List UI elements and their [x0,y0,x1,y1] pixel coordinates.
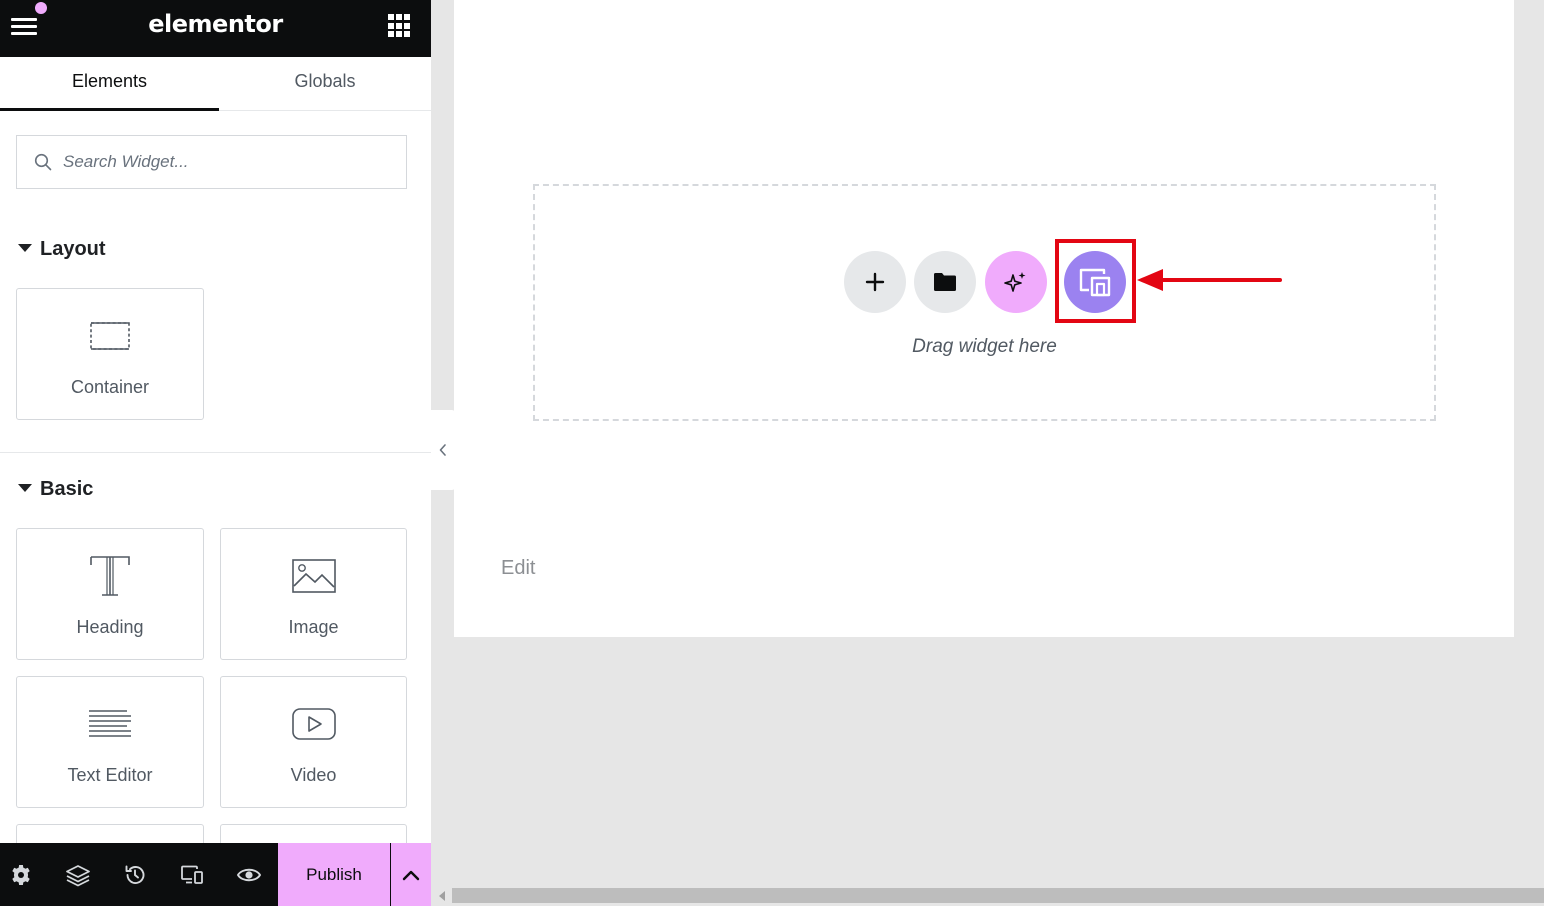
image-icon [291,559,336,593]
search-icon [34,153,52,171]
scrollbar-thumb[interactable] [452,888,1544,903]
elementor-logo: elementor [148,10,283,38]
sparkle-icon [1004,272,1026,292]
section-layout-toggle[interactable]: Layout [18,238,106,261]
chevron-up-icon [402,870,420,880]
caret-down-icon [18,244,32,252]
section-layout-title: Layout [40,238,106,260]
widget-text-editor[interactable]: Text Editor [16,676,204,808]
sidebar-footer: Publish [0,843,431,906]
collapse-panel-button[interactable] [431,410,455,490]
horizontal-scrollbar[interactable] [431,886,1544,906]
search-widget-field [16,135,407,189]
editor-sidebar: elementor Elements Globals Layout Contai… [0,0,431,906]
add-section-button[interactable] [844,251,906,313]
navigator-button[interactable] [64,861,92,889]
devices-icon [1079,268,1111,297]
responsive-mode-button[interactable] [178,861,206,889]
scroll-left-arrow-icon[interactable] [439,891,445,901]
chevron-left-icon [439,444,446,456]
settings-icon [12,865,30,885]
preview-icon [236,868,262,882]
folder-icon [934,273,956,291]
tab-globals[interactable]: Globals [219,57,431,111]
widget-heading[interactable]: Heading [16,528,204,660]
apps-grid-button[interactable] [388,14,412,38]
red-arrow-annotation [1137,269,1282,291]
widget-label: Image [288,617,339,637]
dropzone-hint: Drag widget here [912,336,1057,357]
publish-options-button[interactable] [391,843,431,906]
widget-label: Text Editor [67,765,153,785]
responsive-icon [181,865,203,884]
widget-label: Video [290,765,337,785]
ai-button[interactable] [985,251,1047,313]
publish-button[interactable]: Publish [278,843,390,906]
preview-button[interactable] [235,861,263,889]
heading-icon [90,556,130,596]
widget-container[interactable]: Container [16,288,204,420]
plus-icon [865,272,885,292]
widget-label: Container [70,377,150,397]
edit-link[interactable]: Edit [501,557,535,580]
widget-video[interactable]: Video [220,676,407,808]
settings-button[interactable] [7,861,35,889]
section-basic-toggle[interactable]: Basic [18,478,93,501]
section-divider [0,452,431,453]
search-input[interactable] [63,136,393,188]
widget-image[interactable]: Image [220,528,407,660]
caret-down-icon [18,484,32,492]
grid-icon [388,14,394,20]
empty-section-dropzone[interactable]: Drag widget here [533,184,1436,421]
sidebar-header: elementor [0,0,431,57]
history-button[interactable] [121,861,149,889]
text-editor-icon [89,710,131,737]
tab-elements[interactable]: Elements [0,57,219,111]
panel-tabs: Elements Globals [0,57,431,111]
template-library-button[interactable] [914,251,976,313]
video-icon [291,708,336,740]
responsive-templates-button[interactable] [1064,251,1126,313]
history-icon [125,865,145,884]
preview-page: Drag widget here Edit [454,0,1514,637]
widget-label: Heading [76,617,144,637]
container-icon [90,322,130,350]
layers-icon [66,865,90,887]
section-basic-title: Basic [40,478,94,500]
